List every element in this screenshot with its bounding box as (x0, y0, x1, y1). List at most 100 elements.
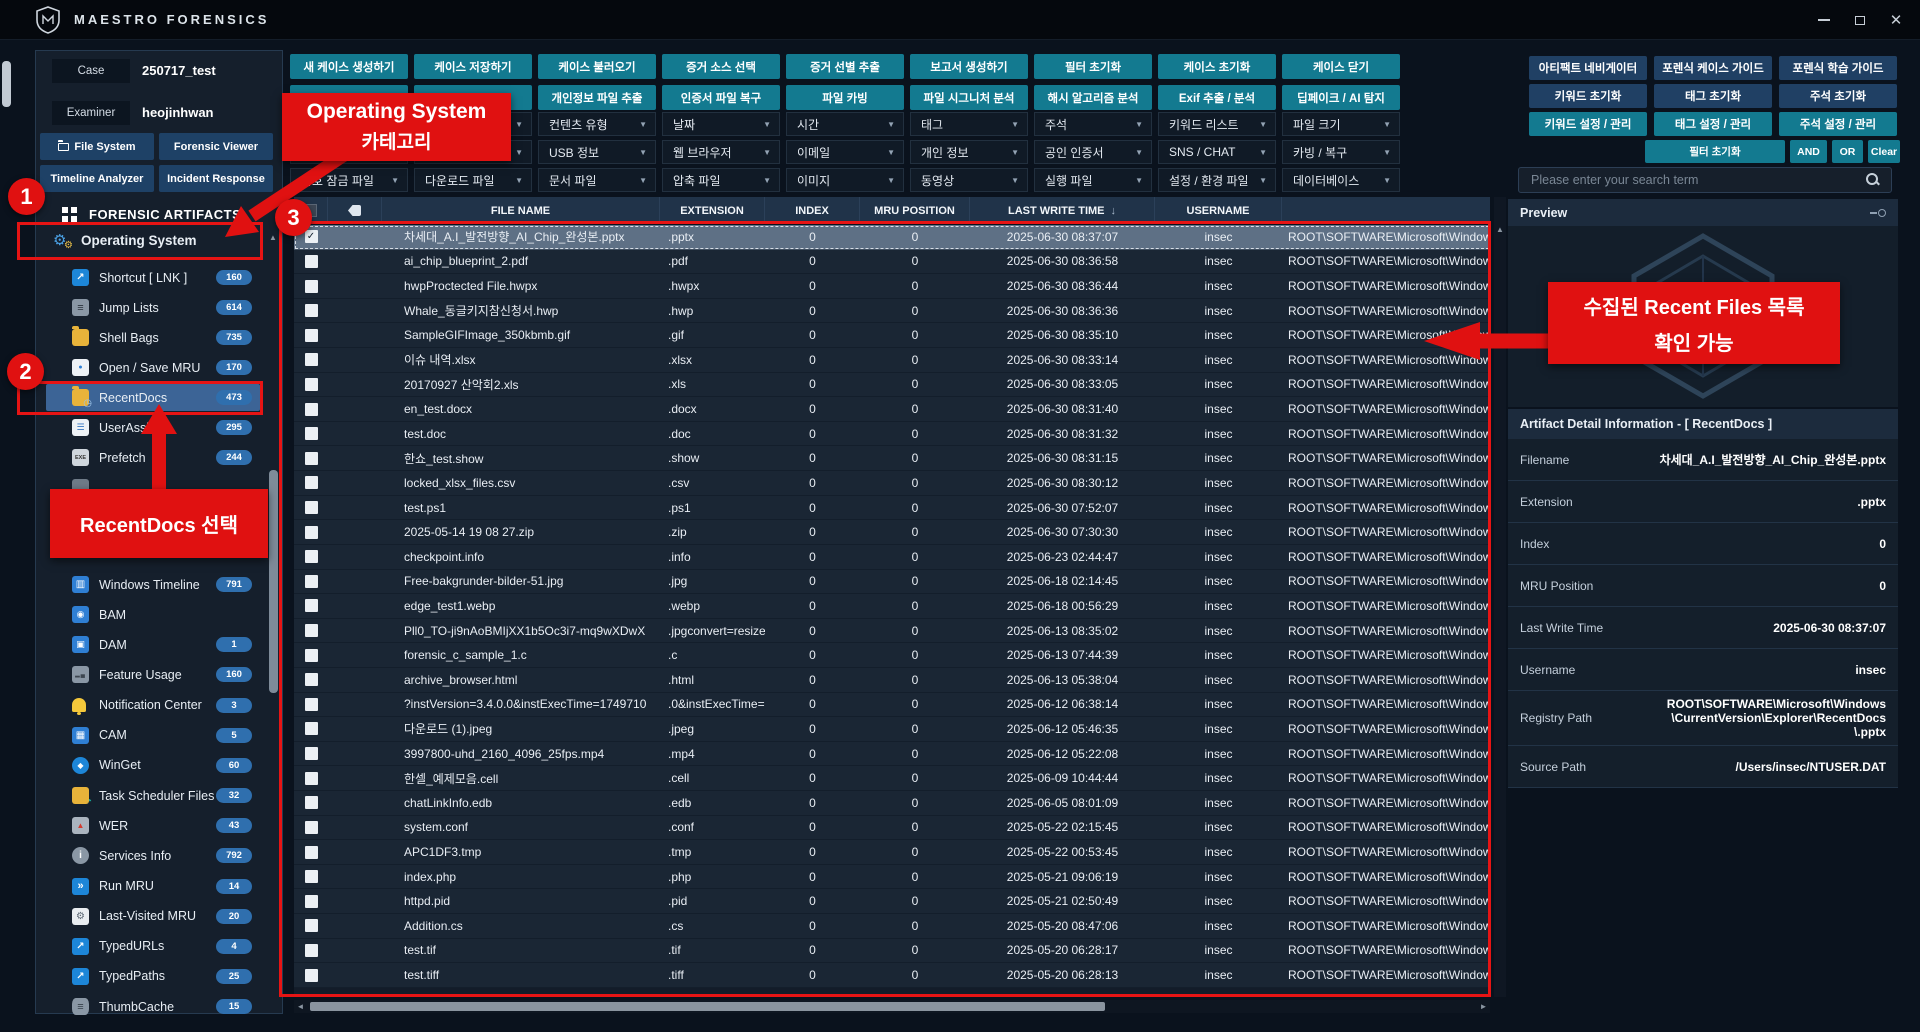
panel-button[interactable]: 포렌식 학습 가이드 (1779, 56, 1897, 80)
toolbar-button[interactable]: 케이스 초기화 (1158, 54, 1276, 79)
sidebar-item-cam[interactable]: CAM5 (46, 722, 260, 749)
row-checkbox[interactable] (294, 766, 328, 790)
filter-dropdown[interactable]: 암호 잠금 파일▼ (290, 168, 408, 192)
row-checkbox[interactable] (294, 865, 328, 889)
row-checkbox[interactable] (294, 446, 328, 470)
table-row[interactable]: SampleGIFImage_350kbmb.gif.gif002025-06-… (294, 323, 1490, 348)
row-checkbox[interactable] (294, 471, 328, 495)
table-row[interactable]: 한쇼_test.show.show002025-06-30 08:31:15in… (294, 446, 1490, 471)
panel-button[interactable]: 태그 설정 / 관리 (1654, 112, 1772, 136)
sidebar-item-typedpaths[interactable]: TypedPaths25 (46, 963, 260, 990)
table-row[interactable]: test.tif.tif002025-05-20 06:28:17insecRO… (294, 939, 1490, 964)
sidebar-item-bam[interactable]: BAM (46, 601, 260, 628)
sidebar-item-open-save-mru[interactable]: Open / Save MRU170 (46, 354, 260, 381)
row-checkbox[interactable] (294, 422, 328, 446)
filter-dropdown[interactable]: 파일 크기▼ (1282, 112, 1400, 136)
table-row[interactable]: test.tiff.tiff002025-05-20 06:28:13insec… (294, 963, 1490, 988)
sidebar-item-userassist[interactable]: UserAssist295 (46, 414, 260, 441)
row-checkbox[interactable] (294, 668, 328, 692)
table-row[interactable]: Whale_동글키지참신청서.hwp.hwp002025-06-30 08:36… (294, 299, 1490, 324)
filter-dropdown[interactable]: 실행 파일▼ (1034, 168, 1152, 192)
toolbar-button[interactable]: 케이스 불러오기 (538, 54, 656, 79)
sidebar-item-windows-timeline[interactable]: Windows Timeline791 (46, 571, 260, 598)
sidebar-item-thumbcache[interactable]: ThumbCache15 (46, 993, 260, 1020)
table-row[interactable]: 이슈 내역.xlsx.xlsx002025-06-30 08:33:14inse… (294, 348, 1490, 373)
column-mru-position[interactable]: MRU POSITION (860, 197, 970, 224)
scroll-up-icon[interactable]: ▲ (1494, 225, 1506, 234)
row-checkbox[interactable] (294, 693, 328, 717)
table-vertical-scrollbar[interactable]: ▲ (1494, 197, 1506, 997)
filter-dropdown[interactable]: 시간▼ (786, 112, 904, 136)
row-checkbox[interactable] (294, 963, 328, 987)
row-checkbox[interactable] (294, 570, 328, 594)
filter-dropdown[interactable]: USB 정보▼ (538, 140, 656, 164)
table-row[interactable]: forensic_c_sample_1.c.c002025-06-13 07:4… (294, 643, 1490, 668)
row-checkbox[interactable] (294, 250, 328, 274)
row-checkbox[interactable] (294, 914, 328, 938)
toolbar-button[interactable]: 딥페이크 / AI 탐지 (1282, 85, 1400, 110)
row-checkbox[interactable] (294, 791, 328, 815)
toolbar-button[interactable]: 인증서 파일 복구 (662, 85, 780, 110)
column-last-write-time[interactable]: LAST WRITE TIME↓ (970, 197, 1155, 224)
row-checkbox[interactable] (294, 397, 328, 421)
filter-dropdown[interactable]: 주석▼ (1034, 112, 1152, 136)
toolbar-button[interactable]: 해시 알고리즘 분석 (1034, 85, 1152, 110)
row-checkbox[interactable] (294, 299, 328, 323)
table-row[interactable]: edge_test1.webp.webp002025-06-18 00:56:2… (294, 594, 1490, 619)
sidebar-item-last-visited-mru[interactable]: Last-Visited MRU20 (46, 903, 260, 930)
table-row[interactable]: 20170927 산악회2.xls.xls002025-06-30 08:33:… (294, 373, 1490, 398)
sidebar-item-shell-bags[interactable]: Shell Bags735 (46, 324, 260, 351)
table-row[interactable]: 3997800-uhd_2160_4096_25fps.mp4.mp400202… (294, 742, 1490, 767)
panel-button[interactable]: 주석 초기화 (1779, 84, 1897, 108)
filter-dropdown[interactable]: 태그▼ (910, 112, 1028, 136)
sidebar-item-prefetch[interactable]: Prefetch244 (46, 444, 260, 471)
toolbar-button[interactable]: 필터 초기화 (1034, 54, 1152, 79)
table-row[interactable]: archive_browser.html.html002025-06-13 05… (294, 668, 1490, 693)
panel-button[interactable]: 키워드 초기화 (1529, 84, 1647, 108)
row-checkbox[interactable] (294, 643, 328, 667)
filter-dropdown[interactable]: 압축 파일▼ (662, 168, 780, 192)
filter-dropdown[interactable]: 카빙 / 복구▼ (1282, 140, 1400, 164)
table-row[interactable]: locked_xlsx_files.csv.csv002025-06-30 08… (294, 471, 1490, 496)
filter-dropdown[interactable]: 웹 브라우저▼ (662, 140, 780, 164)
filter-dropdown[interactable]: 다운로드 파일▼ (414, 168, 532, 192)
panel-button[interactable]: 태그 초기화 (1654, 84, 1772, 108)
row-checkbox[interactable] (294, 274, 328, 298)
row-checkbox[interactable] (294, 520, 328, 544)
row-checkbox[interactable] (294, 816, 328, 840)
toolbar-button[interactable]: 케이스 닫기 (1282, 54, 1400, 79)
filter-dropdown[interactable]: 공인 인증서▼ (1034, 140, 1152, 164)
scroll-left-icon[interactable]: ◄ (294, 1002, 307, 1011)
table-row[interactable]: en_test.docx.docx002025-06-30 08:31:40in… (294, 397, 1490, 422)
table-vertical-scroll-thumb[interactable] (2, 61, 11, 107)
table-row[interactable]: 한셀_예제모음.cell.cell002025-06-09 10:44:44in… (294, 766, 1490, 791)
filter-dropdown[interactable]: 날짜▼ (662, 112, 780, 136)
row-checkbox[interactable] (294, 545, 328, 569)
filter-dropdown[interactable]: 이메일▼ (786, 140, 904, 164)
minimize-icon[interactable] (1806, 0, 1842, 40)
sidebar-item-jump-lists[interactable]: Jump Lists614 (46, 294, 260, 321)
panel-button[interactable]: 키워드 설정 / 관리 (1529, 112, 1647, 136)
filter-dropdown[interactable]: 동영상▼ (910, 168, 1028, 192)
sidebar-item-notification-center[interactable]: Notification Center3 (46, 692, 260, 719)
sidebar-item-winget[interactable]: WinGet60 (46, 752, 260, 779)
table-row[interactable]: ai_chip_blueprint_2.pdf.pdf002025-06-30 … (294, 250, 1490, 275)
table-row[interactable]: APC1DF3.tmp.tmp002025-05-22 00:53:45inse… (294, 840, 1490, 865)
table-row[interactable]: 2025-05-14 19 08 27.zip.zip002025-06-30 … (294, 520, 1490, 545)
table-row[interactable]: chatLinkInfo.edb.edb002025-06-05 08:01:0… (294, 791, 1490, 816)
row-checkbox[interactable] (294, 373, 328, 397)
toolbar-button[interactable]: 개인정보 파일 추출 (538, 85, 656, 110)
toolbar-button[interactable]: 케이스 저장하기 (414, 54, 532, 79)
row-checkbox[interactable] (294, 742, 328, 766)
row-checkbox[interactable] (294, 594, 328, 618)
table-row[interactable]: Addition.cs.cs002025-05-20 08:47:06insec… (294, 914, 1490, 939)
table-row[interactable]: test.ps1.ps1002025-06-30 07:52:07insecRO… (294, 496, 1490, 521)
row-checkbox[interactable] (294, 619, 328, 643)
sidebar-item-services-info[interactable]: Services Info792 (46, 842, 260, 869)
column-extension[interactable]: EXTENSION (660, 197, 765, 224)
toolbar-button[interactable]: 증거 선별 추출 (786, 54, 904, 79)
row-checkbox[interactable] (294, 717, 328, 741)
table-row[interactable]: index.php.php002025-05-21 09:06:19insecR… (294, 865, 1490, 890)
row-checkbox[interactable] (294, 939, 328, 963)
filter-dropdown[interactable]: 키워드 리스트▼ (1158, 112, 1276, 136)
